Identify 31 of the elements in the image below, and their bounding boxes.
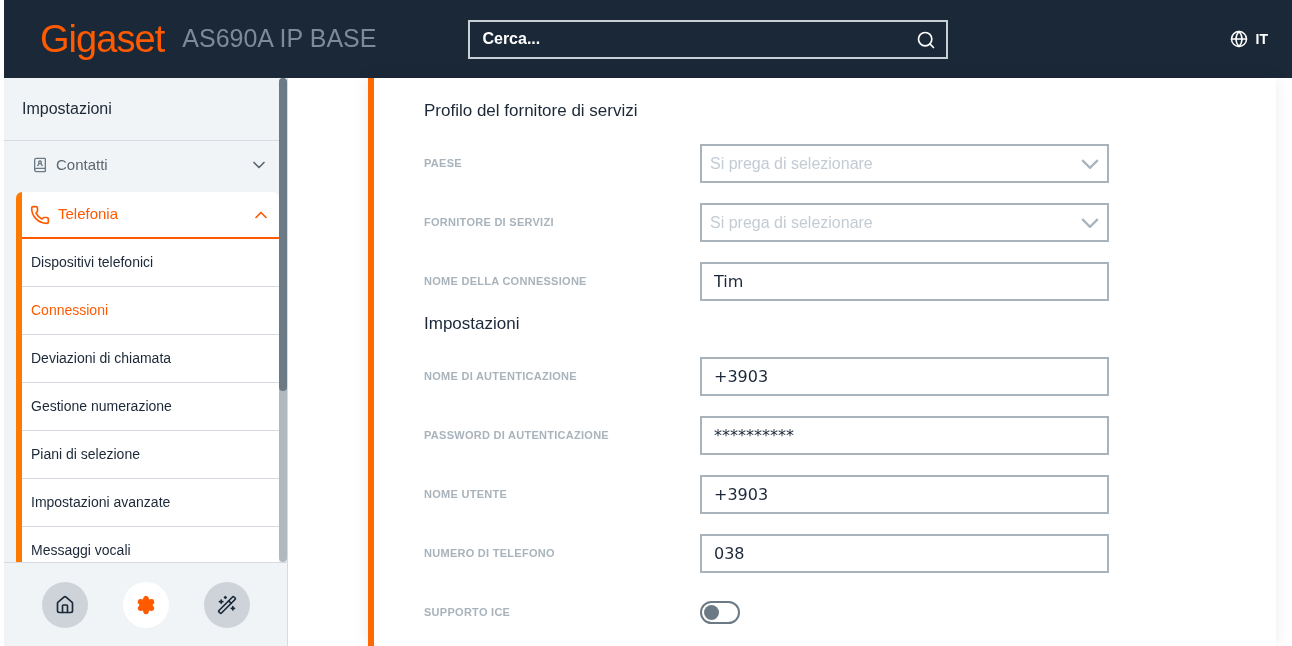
field-label: NOME UTENTE xyxy=(424,487,509,503)
field-label: SUPPORTO ICE xyxy=(424,605,512,621)
field-label: PASSWORD DI AUTENTICAZIONE xyxy=(424,428,610,444)
address-book-icon xyxy=(32,157,48,173)
chevron-down-icon xyxy=(1081,217,1099,228)
section-heading: Impostazioni xyxy=(424,313,521,335)
field-label: PAESE xyxy=(424,156,463,172)
field-label: NOME DELLA CONNESSIONE xyxy=(424,274,588,290)
section-heading: Profilo del fornitore di servizi xyxy=(424,100,639,122)
phone-icon xyxy=(30,204,50,225)
scrollbar[interactable] xyxy=(279,78,287,562)
search-field[interactable]: Cerca... xyxy=(468,19,949,59)
input-field[interactable]: +3903 xyxy=(700,357,1109,396)
field-label: NUMERO DI TELEFONO xyxy=(424,546,556,562)
field-label: NOME DI AUTENTICAZIONE xyxy=(424,369,578,385)
field-label: FORNITORE DI SERVIZI xyxy=(424,215,555,231)
language-selector[interactable]: IT xyxy=(1255,28,1268,50)
gear-icon xyxy=(135,594,156,615)
input-field[interactable]: Tim xyxy=(700,262,1109,301)
sidebar-section[interactable]: Contatti xyxy=(4,141,279,189)
globe-icon[interactable] xyxy=(1229,30,1248,48)
input-field[interactable]: +3903 xyxy=(700,475,1109,514)
logo: Gigaset xyxy=(40,16,165,62)
chevron-down-icon xyxy=(1081,158,1099,169)
input-field[interactable]: ********** xyxy=(700,416,1109,455)
product-name: AS690A IP BASE xyxy=(182,23,377,55)
magic-wand-icon xyxy=(216,594,237,615)
search-icon[interactable] xyxy=(916,29,937,50)
home-icon xyxy=(54,594,75,615)
toggle-switch[interactable] xyxy=(700,601,740,624)
input-field[interactable]: 038 xyxy=(700,534,1109,573)
